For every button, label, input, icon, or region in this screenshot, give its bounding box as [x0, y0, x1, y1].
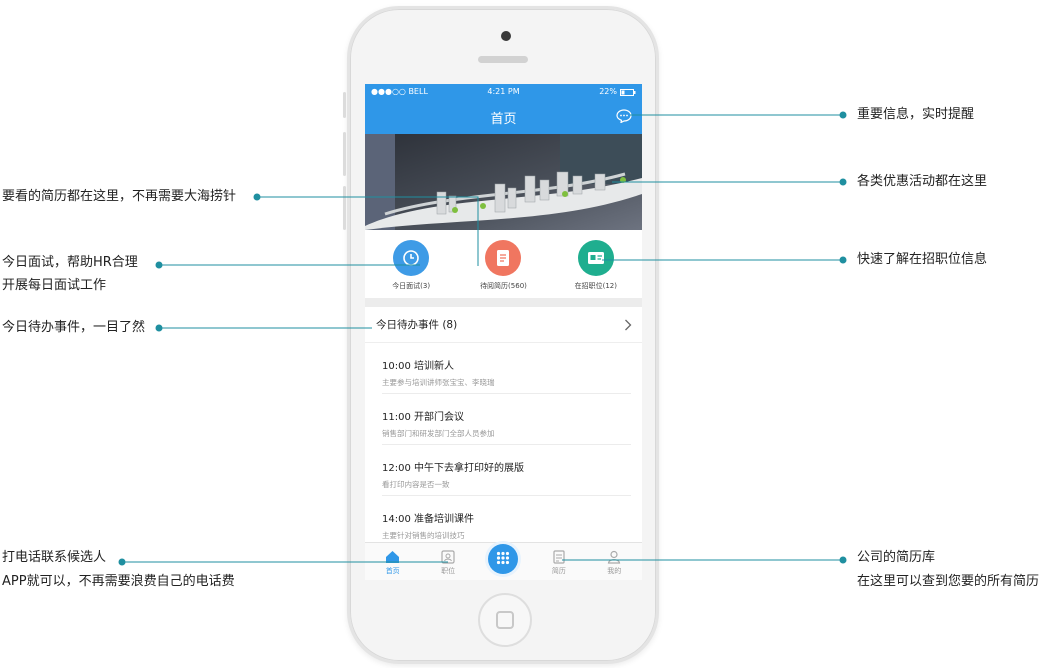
- annotation-library-line1: 公司的简历库: [857, 550, 936, 565]
- annotation-call-line2: APP就可以，不再需要浪费自己的电话费: [2, 574, 235, 589]
- annotation-library-line2: 在这里可以查到您要的所有简历: [857, 574, 1040, 589]
- annotation-jobs: 快速了解在招职位信息: [857, 252, 988, 267]
- annotation-interview-line2: 开展每日面试工作: [2, 278, 107, 293]
- annotation-call-line1: 打电话联系候选人: [2, 550, 107, 565]
- annotation-resumes: 要看的简历都在这里，不再需要大海捞针: [2, 189, 237, 204]
- annotation-interview-line1: 今日面试，帮助HR合理: [2, 255, 138, 270]
- annotation-todo: 今日待办事件，一目了然: [2, 320, 146, 335]
- annotation-promo: 各类优惠活动都在这里: [857, 174, 988, 189]
- annotation-important: 重要信息，实时提醒: [857, 107, 975, 122]
